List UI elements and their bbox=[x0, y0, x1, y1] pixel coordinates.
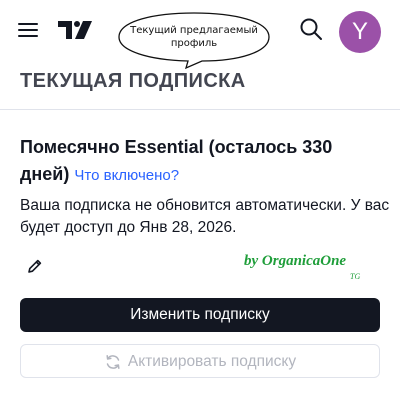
plan-title: Помесячно Essential (осталось 330 дней) … bbox=[20, 134, 370, 189]
renewal-note: Ваша подписка не обновится автоматически… bbox=[20, 197, 390, 236]
section-divider bbox=[0, 109, 400, 110]
watermark-sub: TG bbox=[350, 272, 361, 281]
watermark-text: by OrganicaOne bbox=[244, 253, 347, 269]
pencil-icon[interactable] bbox=[26, 257, 44, 275]
annotation-callout: Текущий предлагаемый профиль bbox=[116, 10, 272, 70]
search-icon[interactable] bbox=[298, 16, 324, 42]
refresh-icon bbox=[106, 355, 120, 369]
tradingview-logo[interactable] bbox=[56, 18, 96, 42]
activate-label: Активировать подписку bbox=[127, 353, 297, 370]
whats-included-link[interactable]: Что включено? bbox=[74, 167, 179, 184]
activate-subscription-button[interactable]: Активировать подписку bbox=[20, 344, 380, 378]
annotation-text: Текущий предлагаемый профиль bbox=[130, 25, 258, 49]
change-subscription-button[interactable]: Изменить подписку bbox=[20, 298, 380, 332]
menu-icon[interactable] bbox=[18, 20, 40, 38]
section-title: ТЕКУЩАЯ ПОДПИСКА bbox=[20, 70, 246, 92]
profile-avatar[interactable]: Y bbox=[339, 11, 381, 53]
